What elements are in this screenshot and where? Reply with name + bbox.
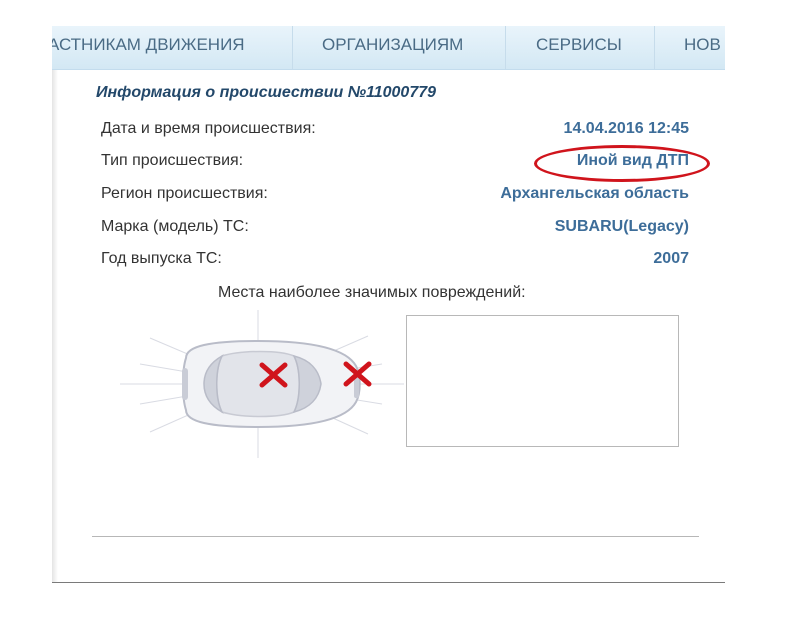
date-time-label: Дата и время происшествия: [101,120,316,137]
car-damage-diagram [120,310,404,458]
car-top-view-icon [182,339,361,429]
nav-item-organizations[interactable]: ОРГАНИЗАЦИЯМ [322,26,463,69]
vehicle-model-label: Марка (модель) ТС: [101,218,249,235]
nav-item-services[interactable]: СЕРВИСЫ [536,26,622,69]
nav-separator [292,26,293,69]
red-highlight-circle [534,145,710,182]
region-value: Архангельская область [500,185,689,202]
bottom-border [52,582,725,583]
top-navigation: АСТНИКАМ ДВИЖЕНИЯ ОРГАНИЗАЦИЯМ СЕРВИСЫ Н… [52,26,725,70]
damage-details-box [406,315,679,447]
section-divider [92,536,699,537]
incident-type-label: Тип происшествия: [101,152,244,169]
vehicle-model-value: SUBARU(Legacy) [554,218,689,235]
nav-item-news[interactable]: НОВ [684,26,721,69]
nav-separator [654,26,655,69]
nav-item-participants[interactable]: АСТНИКАМ ДВИЖЕНИЯ [52,26,245,69]
vehicle-year-value: 2007 [653,250,689,267]
nav-separator [505,26,506,69]
vehicle-year-label: Год выпуска ТС: [101,250,222,267]
incident-title: Информация о происшествии №11000779 [96,84,437,101]
page-frame: АСТНИКАМ ДВИЖЕНИЯ ОРГАНИЗАЦИЯМ СЕРВИСЫ Н… [52,26,725,583]
date-time-value: 14.04.2016 12:45 [563,120,689,137]
region-label: Регион происшествия: [101,185,268,202]
panel-shadow [52,70,58,583]
damage-heading: Места наиболее значимых повреждений: [218,284,526,301]
